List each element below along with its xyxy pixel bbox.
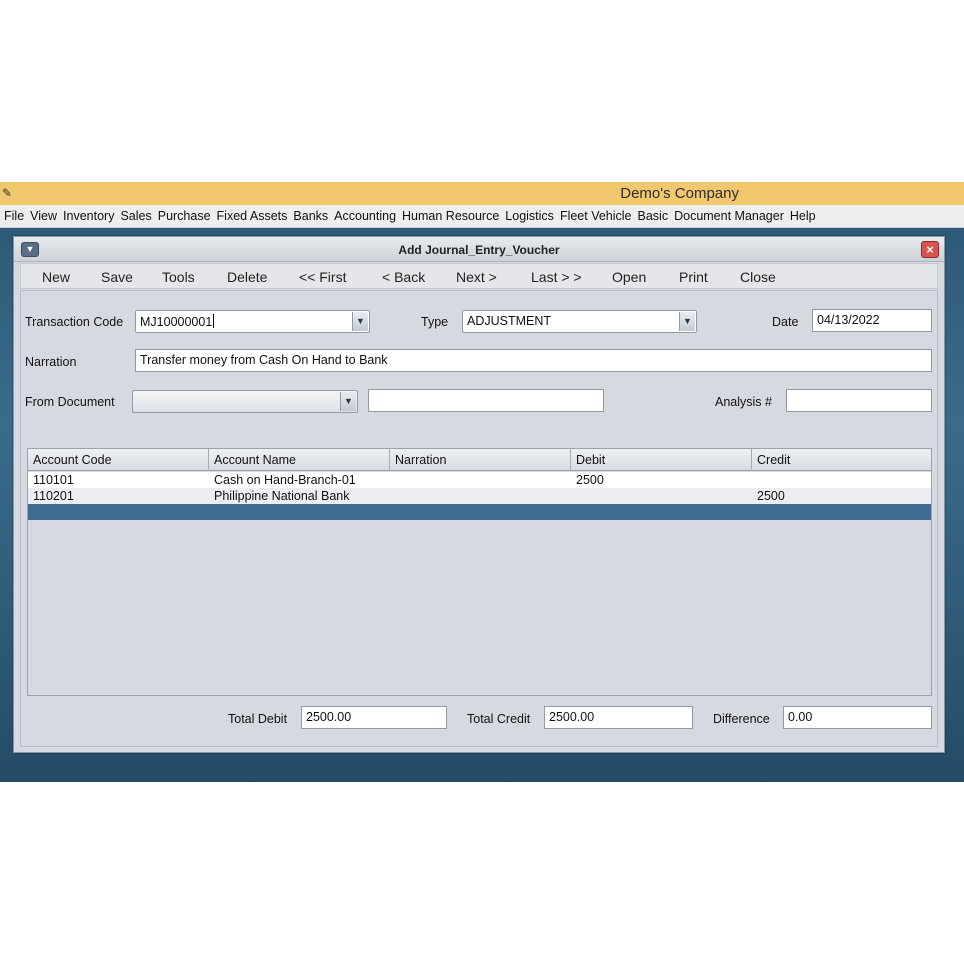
toolbar: New Save Tools Delete << First < Back Ne… — [20, 263, 938, 289]
from-document-text-field[interactable] — [368, 389, 604, 412]
analysis-field[interactable] — [786, 389, 932, 412]
analysis-label: Analysis # — [715, 395, 772, 409]
menu-inventory[interactable]: Inventory — [63, 209, 114, 223]
menu-document-manager[interactable]: Document Manager — [674, 209, 784, 223]
app-title: Demo's Company — [620, 185, 739, 202]
menu-accounting[interactable]: Accounting — [334, 209, 396, 223]
type-label: Type — [421, 315, 449, 329]
save-button[interactable]: Save — [101, 269, 133, 285]
table-header: Account Code Account Name Narration Debi… — [28, 449, 931, 471]
table-row-selected[interactable] — [28, 504, 931, 520]
menu-logistics[interactable]: Logistics — [505, 209, 554, 223]
chevron-down-icon[interactable]: ▼ — [679, 312, 695, 331]
transaction-code-label: Transaction Code — [25, 315, 124, 329]
window-header: ▼ Add Journal_Entry_Voucher × — [14, 237, 944, 262]
table-row[interactable]: 110201 Philippine National Bank 2500 — [28, 488, 931, 504]
cell-account-name: Philippine National Bank — [214, 489, 350, 503]
journal-entries-table: Account Code Account Name Narration Debi… — [27, 448, 932, 696]
date-label: Date — [772, 315, 799, 329]
date-field[interactable]: 04/13/2022 — [812, 309, 932, 332]
table-row[interactable]: 110101 Cash on Hand-Branch-01 2500 — [28, 472, 931, 488]
menu-bar: File View Inventory Sales Purchase Fixed… — [0, 205, 964, 228]
transaction-code-combo[interactable]: MJ10000001 ▼ — [135, 310, 370, 333]
total-debit-field[interactable]: 2500.00 — [301, 706, 447, 729]
menu-purchase[interactable]: Purchase — [158, 209, 211, 223]
transaction-code-value: MJ10000001 — [140, 315, 213, 329]
cell-account-code: 110101 — [33, 473, 74, 487]
cell-account-name: Cash on Hand-Branch-01 — [214, 473, 356, 487]
column-header-narration[interactable]: Narration — [390, 449, 571, 471]
delete-button[interactable]: Delete — [227, 269, 267, 285]
total-debit-label: Total Debit — [228, 712, 288, 726]
cell-account-code: 110201 — [33, 489, 74, 503]
window-title: Add Journal_Entry_Voucher — [398, 243, 560, 257]
tools-button[interactable]: Tools — [162, 269, 195, 285]
menu-fixed-assets[interactable]: Fixed Assets — [217, 209, 288, 223]
column-header-account-code[interactable]: Account Code — [28, 449, 209, 471]
app-titlebar: ✎ Demo's Company — [0, 182, 964, 205]
cell-debit: 2500 — [576, 473, 604, 487]
chevron-down-icon[interactable]: ▼ — [340, 392, 356, 411]
cell-credit: 2500 — [757, 489, 785, 503]
back-button[interactable]: < Back — [382, 269, 425, 285]
menu-basic[interactable]: Basic — [638, 209, 669, 223]
difference-field[interactable]: 0.00 — [783, 706, 932, 729]
next-button[interactable]: Next > — [456, 269, 497, 285]
type-combo[interactable]: ADJUSTMENT ▼ — [462, 310, 697, 333]
total-credit-field[interactable]: 2500.00 — [544, 706, 693, 729]
menu-fleet-vehicle[interactable]: Fleet Vehicle — [560, 209, 632, 223]
close-button[interactable]: Close — [740, 269, 776, 285]
narration-field[interactable]: Transfer money from Cash On Hand to Bank — [135, 349, 932, 372]
menu-help[interactable]: Help — [790, 209, 816, 223]
menu-view[interactable]: View — [30, 209, 57, 223]
chevron-down-icon[interactable]: ▼ — [352, 312, 368, 331]
open-button[interactable]: Open — [612, 269, 646, 285]
menu-file[interactable]: File — [4, 209, 24, 223]
menu-human-resource[interactable]: Human Resource — [402, 209, 499, 223]
from-document-label: From Document — [25, 395, 115, 409]
column-header-account-name[interactable]: Account Name — [209, 449, 390, 471]
from-document-combo[interactable]: ▼ — [132, 390, 358, 413]
difference-label: Difference — [713, 712, 770, 726]
menu-sales[interactable]: Sales — [120, 209, 151, 223]
print-button[interactable]: Print — [679, 269, 708, 285]
type-value: ADJUSTMENT — [467, 314, 552, 328]
total-credit-label: Total Credit — [467, 712, 531, 726]
first-button[interactable]: << First — [299, 269, 346, 285]
column-header-credit[interactable]: Credit — [752, 449, 931, 471]
menu-banks[interactable]: Banks — [293, 209, 328, 223]
close-icon[interactable]: × — [921, 241, 939, 258]
column-header-debit[interactable]: Debit — [571, 449, 752, 471]
last-button[interactable]: Last > > — [531, 269, 582, 285]
new-button[interactable]: New — [42, 269, 70, 285]
narration-label: Narration — [25, 355, 77, 369]
